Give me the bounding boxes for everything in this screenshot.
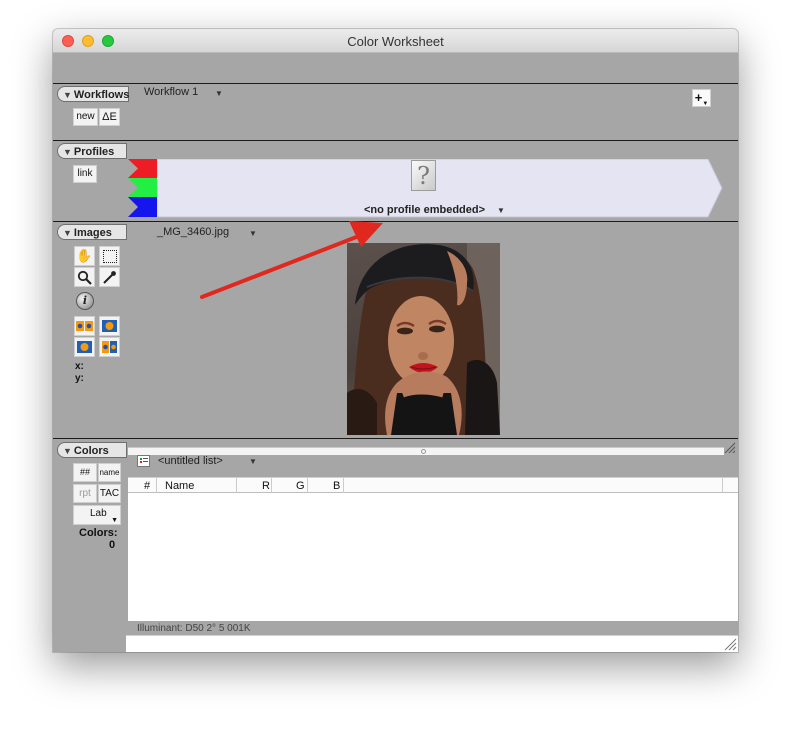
add-workflow-button[interactable]: +▼ [692,89,711,107]
column-separator [271,478,272,493]
column-separator [722,478,723,493]
colors-tab[interactable]: ▼ Colors [57,442,127,458]
delta-e-button[interactable]: ΔE [99,108,120,126]
unknown-profile-icon[interactable]: ? [411,160,436,191]
profiles-tab-label: Profiles [73,146,115,158]
arrow-head-icon [349,221,383,247]
image-view-3-icon[interactable] [74,337,95,357]
eyedropper-icon[interactable] [99,267,120,287]
link-button[interactable]: link [73,165,97,183]
image-view-1-icon[interactable] [74,316,95,336]
hand-tool-icon[interactable]: ✋ [74,246,95,266]
green-channel-chip [128,178,157,197]
arrow-shaft [200,234,361,299]
workflows-tab-label: Workflows [73,89,130,101]
workflows-divider [53,83,738,84]
colors-count-label: Colors: [79,527,118,539]
workflows-tab[interactable]: ▼ Workflows [57,86,129,102]
rpt-button[interactable]: rpt [73,484,97,503]
tac-button[interactable]: TAC [98,484,121,503]
column-separator [307,478,308,493]
splitter-knob-icon[interactable] [421,449,426,454]
column-header-b[interactable]: B [333,480,340,492]
annotation-arrow [200,221,383,299]
column-header-number[interactable]: # [144,480,150,492]
column-separator [236,478,237,493]
images-tab[interactable]: ▼ Images [57,224,127,240]
resize-grip-icon[interactable] [721,439,735,453]
profiles-tab[interactable]: ▼ Profiles [57,143,127,159]
coordinate-x-label: x: [75,361,84,372]
colors-count-value: 0 [109,539,116,551]
workflow-dropdown-arrow-icon[interactable]: ▼ [215,89,223,98]
color-list-dropdown[interactable]: <untitled list> [158,455,223,467]
disclosure-triangle-icon: ▼ [63,446,72,456]
zoom-tool-icon[interactable] [74,267,95,287]
color-table[interactable]: # Name R G B [128,477,738,621]
profiles-divider [53,140,738,141]
disclosure-triangle-icon: ▼ [63,90,72,100]
column-separator [156,478,157,493]
info-icon[interactable]: i [76,292,94,310]
images-divider [53,221,738,222]
color-mode-value: Lab [90,508,107,519]
color-mode-select[interactable]: Lab ▼ [73,505,121,525]
blue-channel-chip [128,197,157,217]
profile-dropdown-arrow-icon[interactable]: ▼ [497,206,505,215]
column-header-r[interactable]: R [262,480,270,492]
column-separator [343,478,344,493]
color-worksheet-window: Color Worksheet ▼ Workflows Workflow 1 ▼ … [53,29,738,652]
image-view-2-icon[interactable] [99,316,120,336]
workflow-dropdown[interactable]: Workflow 1 [144,86,198,98]
status-bar: Illuminant: D50 2° 5 001K [128,621,738,635]
colors-tab-label: Colors [73,445,109,457]
images-tab-label: Images [73,227,112,239]
illuminant-label: Illuminant: D50 2° 5 001K [137,623,251,634]
new-workflow-button[interactable]: new [73,108,98,126]
splitter-bar[interactable] [128,447,724,455]
red-channel-chip [128,159,157,178]
column-header-name[interactable]: Name [165,480,194,492]
table-header: # Name R G B [128,477,738,493]
disclosure-triangle-icon: ▼ [63,228,72,238]
column-header-g[interactable]: G [296,480,305,492]
window-title: Color Worksheet [347,34,444,49]
add-menu-arrow-icon: ▼ [702,101,709,107]
coordinate-y-label: y: [75,373,84,384]
list-icon[interactable] [137,455,150,467]
window-resize-grip-icon[interactable] [723,637,737,651]
colors-divider [53,438,738,439]
disclosure-triangle-icon: ▼ [63,147,72,157]
name-column-button[interactable]: name [98,463,121,482]
bottom-field[interactable] [126,635,738,652]
title-bar: Color Worksheet [53,29,738,53]
image-view-4-icon[interactable] [99,337,120,357]
color-list-dropdown-arrow-icon[interactable]: ▼ [249,457,257,466]
number-column-button[interactable]: ## [73,463,97,482]
marquee-select-icon[interactable] [99,246,120,266]
